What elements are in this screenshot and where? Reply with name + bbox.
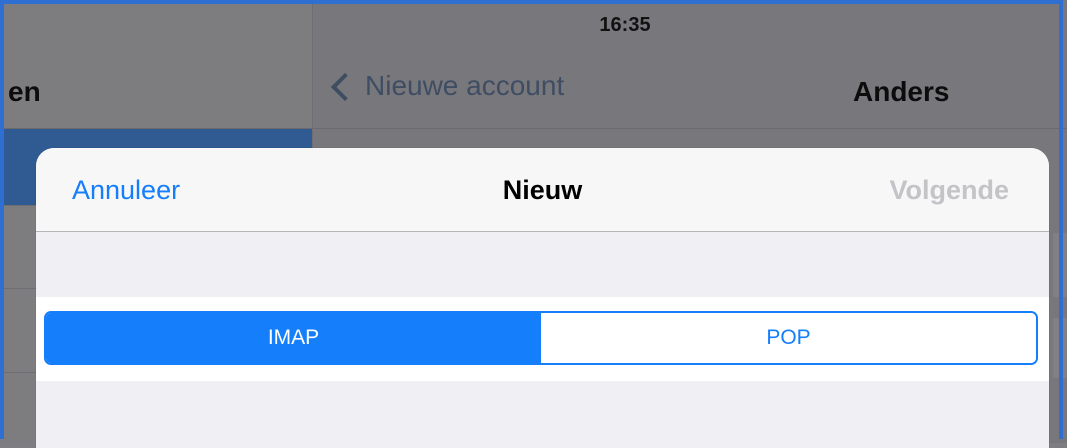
modal-sheet: Annuleer Nieuw Volgende IMAP POP [36,148,1049,448]
detail-row-edge [1053,318,1067,378]
account-type-segmented-control[interactable]: IMAP POP [44,311,1038,365]
back-button-label: Nieuwe account [365,70,565,101]
master-nav-title: en [8,76,41,107]
segment-imap[interactable]: IMAP [46,313,541,363]
detail-row-edge [1053,233,1067,297]
sheet-navigation-bar: Annuleer Nieuw Volgende [36,148,1049,232]
back-button[interactable]: Nieuwe account [330,70,565,102]
chevron-left-icon [330,72,360,102]
next-button[interactable]: Volgende [889,175,1009,206]
status-time: 16:35 [599,14,651,36]
detail-nav-divider [313,128,1067,129]
detail-nav-title: Anders [853,76,950,107]
segment-pop[interactable]: POP [541,313,1036,363]
